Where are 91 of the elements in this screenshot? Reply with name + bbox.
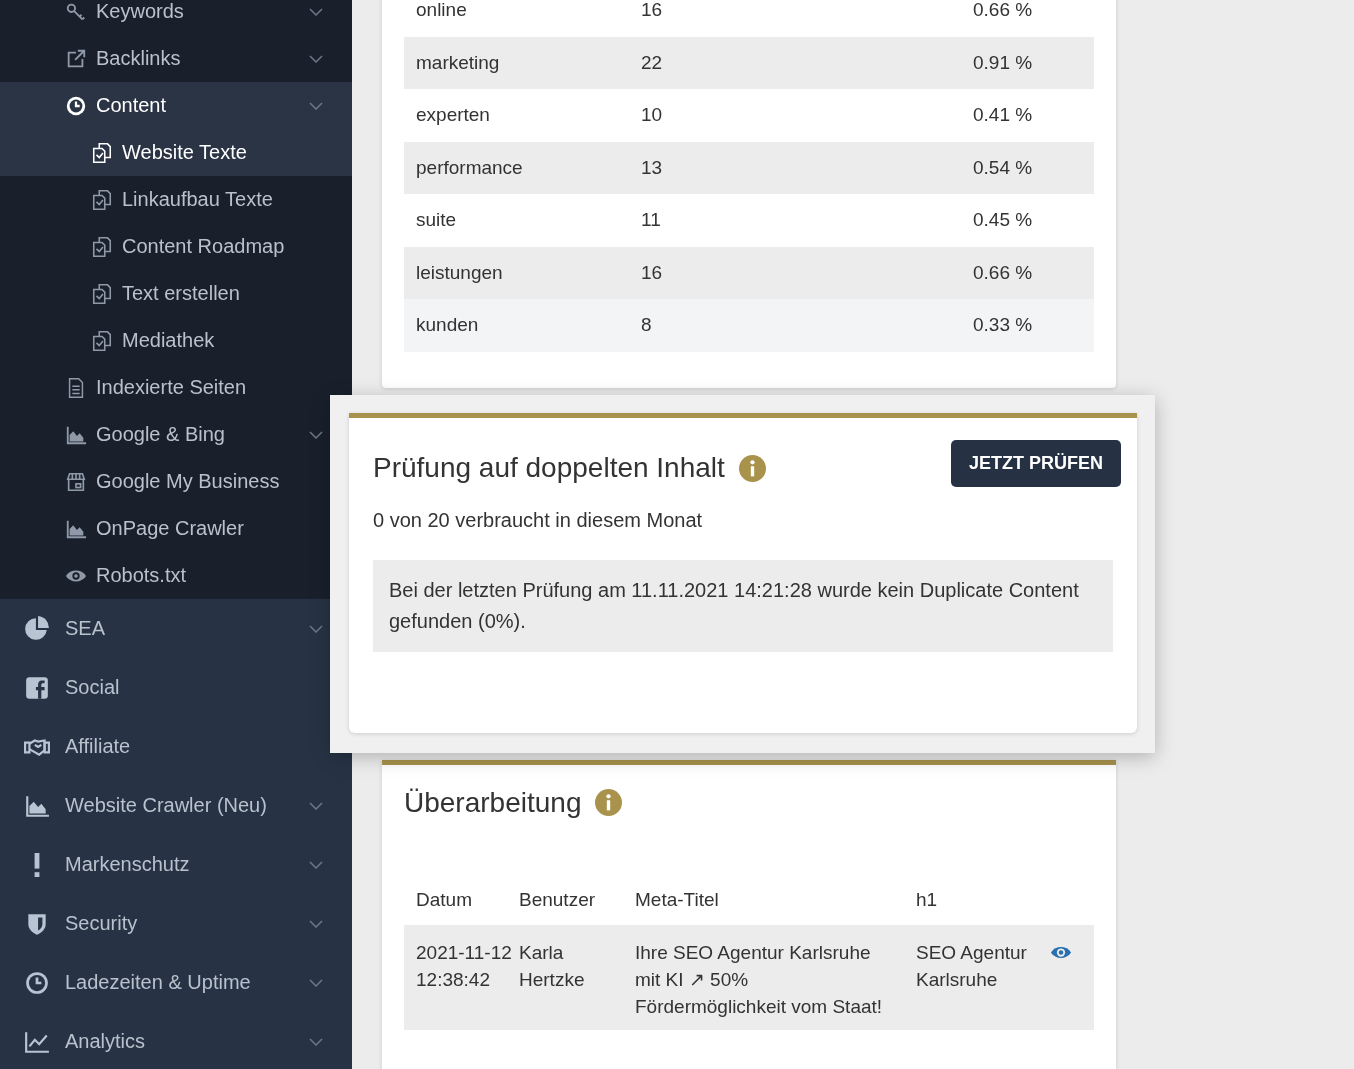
sidebar-item-label: Robots.txt [96,564,187,587]
external-link-icon [65,47,87,70]
sidebar-item-label: Content Roadmap [122,235,285,258]
check-now-button[interactable]: JETZT PRÜFEN [951,440,1121,487]
sidebar-item-label: Security [65,912,138,935]
sidebar-item-label: Website Texte [122,141,247,164]
column-header: Meta-Titel [635,888,720,911]
info-icon[interactable] [738,454,766,482]
table-cell: 0.41 % [973,104,1033,127]
eye-icon[interactable] [1050,944,1072,960]
table-cell: 0.66 % [973,261,1033,284]
storefront-icon [65,470,87,493]
info-icon[interactable] [595,789,623,816]
sidebar-item-label: Indexierte Seiten [96,376,247,399]
table-cell-text: kunden [415,314,480,337]
sidebar-item[interactable]: Backlinks [0,35,352,82]
card-title: Überarbeitung [404,786,582,819]
sidebar-item-label: Affiliate [65,735,131,758]
column-header: Benutzer [519,888,597,911]
sidebar-item[interactable]: Google My Business [0,458,352,505]
copy-icon [91,188,113,211]
sidebar-item[interactable]: Keywords [0,0,352,35]
clock-icon [24,969,50,996]
sidebar-item[interactable]: Ladezeiten & Uptime [0,953,352,1012]
sidebar-item-label: Google My Business [96,470,280,493]
sidebar-item-label: OnPage Crawler [96,517,244,540]
sidebar-item[interactable]: Website Crawler (Neu) [0,776,352,835]
sidebar-item[interactable]: Google & Bing [0,411,352,458]
column-header: h1 [916,888,939,911]
sidebar-item-label: Backlinks [96,47,181,70]
table-cell-text: experten [415,104,491,127]
pie-chart-icon [24,615,50,642]
sidebar-item[interactable]: Website Texte [0,129,352,176]
sidebar-item[interactable]: Robots.txt [0,552,352,599]
table-cell-text: 22 [641,51,664,74]
table-cell-text: 13 [641,156,664,179]
sidebar-item-label: Ladezeiten & Uptime [65,971,251,994]
sidebar-item[interactable]: Analytics [0,1012,352,1069]
table-cell-text: performance [415,156,524,179]
copy-icon [91,282,113,305]
column-header: Datum [415,888,473,911]
sidebar-item-label: Text erstellen [122,282,240,305]
copy-icon [91,329,113,352]
sidebar-item[interactable]: Mediathek [0,317,352,364]
usage-text: 0 von 20 verbraucht in diesem Monat [373,509,704,532]
sidebar-item[interactable]: Content [0,82,352,129]
sidebar-item-label: Social [65,676,120,699]
table-cell: 0.66 % [973,0,1033,22]
exclamation-icon [34,852,40,877]
clock-icon [65,94,87,117]
sidebar-item-label: Markenschutz [65,853,190,876]
sidebar-item[interactable]: Security [0,894,352,953]
sidebar-item-label: Website Crawler (Neu) [65,794,267,817]
sidebar-item-label: Keywords [96,0,184,23]
sidebar-item-label: SEA [65,617,106,640]
table-cell-text: online [415,0,468,22]
sidebar-item-label: Content [96,94,167,117]
table-cell-text: 10 [641,104,664,127]
table-cell-text: 11 [641,209,662,232]
sidebar-item-label: Analytics [65,1030,146,1053]
table-cell-text: 8 [641,314,653,337]
sidebar-item[interactable]: Social [0,658,352,717]
sidebar-item[interactable]: Text erstellen [0,270,352,317]
copy-icon [91,141,113,164]
sidebar-item[interactable]: SEA [0,599,352,658]
sidebar-item[interactable]: OnPage Crawler [0,505,352,552]
table-cell-text: suite [415,209,458,232]
table-cell-text: 2021-11-12 12:38:42 [415,940,513,992]
table-cell: 0.45 % [973,209,1033,232]
table-cell-text: 16 [641,261,664,284]
table-cell: 0.33 % [973,314,1033,337]
sidebar-item-label: Mediathek [122,329,215,352]
sidebar-item-label: Linkaufbau Texte [122,188,273,211]
table-cell: 0.91 % [973,51,1033,74]
sidebar-item-label: Google & Bing [96,423,225,446]
card-title: Prüfung auf doppelten Inhalt [373,452,725,484]
sidebar-item[interactable]: Markenschutz [0,835,352,894]
sidebar-item[interactable]: Linkaufbau Texte [0,176,352,223]
table-cell: 0.54 % [973,156,1033,179]
sidebar-item[interactable]: Indexierte Seiten [0,364,352,411]
result-message: Bei der letzten Prüfung am 11.11.2021 14:21:28 wurde kein Duplicate Content gefunden (0%). [373,560,1113,652]
table-cell-text: 16 [641,0,664,22]
table-cell-text: Karla Hertzke [519,940,586,992]
table-cell-text: Ihre SEO Agentur Karlsruhe mit KI ↗ 50% Fördermöglichkeit vom Staat! [635,940,884,1019]
sidebar-item[interactable]: Content Roadmap [0,223,352,270]
facebook-icon [24,674,50,701]
table-cell-text: marketing [415,51,501,74]
copy-icon [91,235,113,258]
sidebar-item[interactable]: Affiliate [0,717,352,776]
table-cell-text: leistungen [415,261,504,284]
table-cell-text: SEO Agentur Karlsruhe [916,940,1028,992]
